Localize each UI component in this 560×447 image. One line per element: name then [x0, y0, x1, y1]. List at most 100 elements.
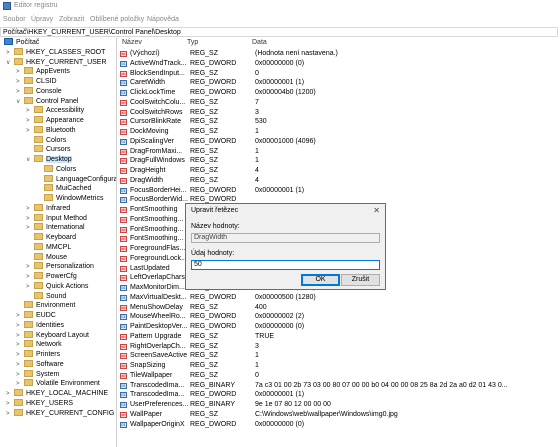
tree-node[interactable]: > HKEY_CLASSES_ROOT — [6, 47, 105, 58]
tree-node[interactable]: > Quick Actions — [26, 281, 88, 292]
tree-node[interactable]: Mouse — [34, 252, 67, 263]
tree-node[interactable]: > Personalization — [26, 262, 94, 272]
tree-node[interactable]: Colors — [44, 164, 76, 175]
chevron-right-icon[interactable]: > — [26, 272, 30, 282]
tree-node[interactable]: Cursors — [34, 145, 71, 155]
value-row[interactable]: 01 WallpaperOriginX REG_DWORD 0x00000000 (0… — [120, 420, 560, 430]
tree-node[interactable]: > PowerCfg — [26, 272, 77, 282]
tree-node[interactable]: > Input Method — [26, 213, 87, 224]
chevron-right-icon[interactable]: > — [26, 282, 30, 292]
chevron-right-icon[interactable]: > — [16, 340, 20, 350]
value-row[interactable]: 01 ActiveWndTrack... REG_DWORD 0x00000000 (… — [120, 59, 560, 69]
tree-node[interactable]: > Accessibility — [26, 106, 84, 116]
value-row[interactable]: ab CoolSwitchRows REG_SZ 3 — [120, 108, 560, 118]
chevron-right-icon[interactable]: > — [26, 223, 30, 233]
chevron-right-icon[interactable]: > — [16, 370, 20, 380]
value-row[interactable]: 01 PaintDesktopVer... REG_DWORD 0x00000000 … — [120, 322, 560, 332]
tree-node[interactable]: Sound — [34, 291, 66, 302]
chevron-right-icon[interactable]: > — [16, 77, 20, 87]
tree-node[interactable]: > Identities — [16, 320, 64, 331]
tree-node[interactable]: WindowMetrics — [44, 194, 103, 204]
tree-node[interactable]: > System — [16, 369, 59, 380]
chevron-right-icon[interactable]: > — [26, 106, 30, 116]
value-row[interactable]: ab SnapSizing REG_SZ 1 — [120, 361, 560, 371]
value-row[interactable]: 01 TranscodedIma... REG_DWORD 0x00000001 (1… — [120, 390, 560, 400]
tree-node[interactable]: Keyboard — [34, 233, 76, 243]
chevron-right-icon[interactable]: > — [6, 389, 10, 399]
tree-node[interactable]: > Infrared — [26, 203, 70, 214]
value-row[interactable]: ab TileWallpaper REG_SZ 0 — [120, 371, 560, 381]
tree-node[interactable]: MMCPL — [34, 242, 71, 253]
value-row[interactable]: ab MenuShowDelay REG_SZ 400 — [120, 303, 560, 313]
tree-node[interactable]: > Keyboard Layout — [16, 330, 89, 341]
tree-node[interactable]: > Software — [16, 359, 64, 370]
tree-node[interactable]: > HKEY_USERS — [6, 398, 73, 409]
value-row[interactable]: 01 TranscodedIma... REG_BINARY 7a c3 01 00 … — [120, 381, 560, 391]
value-row[interactable]: 01 UserPreferences... REG_BINARY 9e 1e 07 8… — [120, 400, 560, 410]
tree-node[interactable]: > Appearance — [26, 116, 84, 126]
chevron-right-icon[interactable]: > — [6, 409, 10, 419]
chevron-right-icon[interactable]: > — [16, 321, 20, 331]
chevron-right-icon[interactable]: > — [26, 126, 30, 136]
column-header-data[interactable]: Data — [252, 38, 267, 48]
tree-node[interactable]: ∨ Control Panel — [16, 96, 78, 107]
menu-edit[interactable]: Úpravy — [31, 16, 53, 23]
chevron-right-icon[interactable]: > — [16, 311, 20, 321]
tree-node[interactable]: > EUDC — [16, 311, 56, 321]
cancel-button[interactable]: Zrušit — [341, 274, 380, 286]
chevron-right-icon[interactable]: > — [26, 214, 30, 224]
value-row[interactable]: ab ScreenSaveActive REG_SZ 1 — [120, 351, 560, 361]
value-row[interactable]: ab DragFromMaxi... REG_SZ 1 — [120, 147, 560, 157]
chevron-right-icon[interactable]: > — [6, 48, 10, 58]
chevron-down-icon[interactable]: ∨ — [6, 58, 10, 68]
value-row[interactable]: ab Pattern Upgrade REG_SZ TRUE — [120, 332, 560, 342]
column-header-name[interactable]: Název — [122, 38, 142, 48]
tree-node[interactable]: ∨ HKEY_CURRENT_USER — [6, 57, 107, 68]
chevron-down-icon[interactable]: ∨ — [16, 97, 20, 107]
value-row[interactable]: ab DragWidth REG_SZ 4 — [120, 176, 560, 186]
tree-node[interactable]: > Network — [16, 340, 62, 350]
tree-node[interactable]: > CLSID — [16, 77, 57, 87]
tree-node[interactable]: > HKEY_LOCAL_MACHINE — [6, 389, 108, 399]
chevron-right-icon[interactable]: > — [16, 67, 20, 77]
value-row[interactable]: 01 MouseWheelRo... REG_DWORD 0x00000002 (2) — [120, 312, 560, 322]
value-data-input[interactable]: 50 — [191, 260, 380, 270]
chevron-right-icon[interactable]: > — [26, 262, 30, 272]
menu-view[interactable]: Zobrazit — [59, 16, 84, 23]
tree-node[interactable]: Environment — [24, 301, 75, 311]
tree-node[interactable]: ∨Počítač — [0, 38, 39, 48]
tree-node[interactable]: MuiCached — [44, 184, 91, 194]
tree-node[interactable]: ∨ Desktop — [26, 155, 72, 165]
value-row[interactable]: ab (Výchozí) REG_SZ (Hodnota není nastavena… — [120, 49, 560, 59]
registry-tree[interactable]: ∨Počítač>HKEY_CLASSES_ROOT∨HKEY_CURRENT_… — [0, 38, 117, 447]
value-row[interactable]: ab DragFullWindows REG_SZ 1 — [120, 156, 560, 166]
value-row[interactable]: 01 MaxVirtualDeskt... REG_DWORD 0x00000500 … — [120, 293, 560, 303]
menu-file[interactable]: Soubor — [3, 16, 26, 23]
tree-node[interactable]: > Console — [16, 86, 62, 97]
chevron-right-icon[interactable]: > — [6, 399, 10, 409]
value-row[interactable]: ab DockMoving REG_SZ 1 — [120, 127, 560, 137]
tree-node[interactable]: > HKEY_CURRENT_CONFIG — [6, 408, 114, 419]
value-row[interactable]: ab DragHeight REG_SZ 4 — [120, 166, 560, 176]
value-row[interactable]: 01 FocusBorderHei... REG_DWORD 0x00000001 (… — [120, 186, 560, 196]
tree-node[interactable]: > AppEvents — [16, 67, 70, 77]
chevron-right-icon[interactable]: > — [26, 204, 30, 214]
chevron-right-icon[interactable]: > — [16, 360, 20, 370]
menu-favorites[interactable]: Oblíbené položky — [90, 16, 144, 23]
value-row[interactable]: 01 DpiScalingVer REG_DWORD 0x00001000 (4096… — [120, 137, 560, 147]
value-row[interactable]: 01 ClickLockTime REG_DWORD 0x000004b0 (1200… — [120, 88, 560, 98]
tree-node[interactable]: LanguageConfiguration — [44, 174, 116, 185]
menu-help[interactable]: Nápověda — [147, 16, 179, 23]
chevron-right-icon[interactable]: > — [26, 116, 30, 126]
value-row[interactable]: ab CursorBlinkRate REG_SZ 530 — [120, 117, 560, 127]
tree-node[interactable]: Colors — [34, 135, 66, 146]
tree-node[interactable]: > International — [26, 223, 85, 233]
ok-button[interactable]: OK — [301, 274, 340, 286]
chevron-right-icon[interactable]: > — [16, 379, 20, 389]
chevron-down-icon[interactable]: ∨ — [26, 155, 30, 165]
tree-node[interactable]: > Volatile Environment — [16, 379, 100, 389]
chevron-right-icon[interactable]: > — [16, 87, 20, 97]
close-icon[interactable]: ✕ — [373, 206, 380, 215]
value-row[interactable]: ab BlockSendInput... REG_SZ 0 — [120, 69, 560, 79]
tree-node[interactable]: > Printers — [16, 350, 60, 360]
